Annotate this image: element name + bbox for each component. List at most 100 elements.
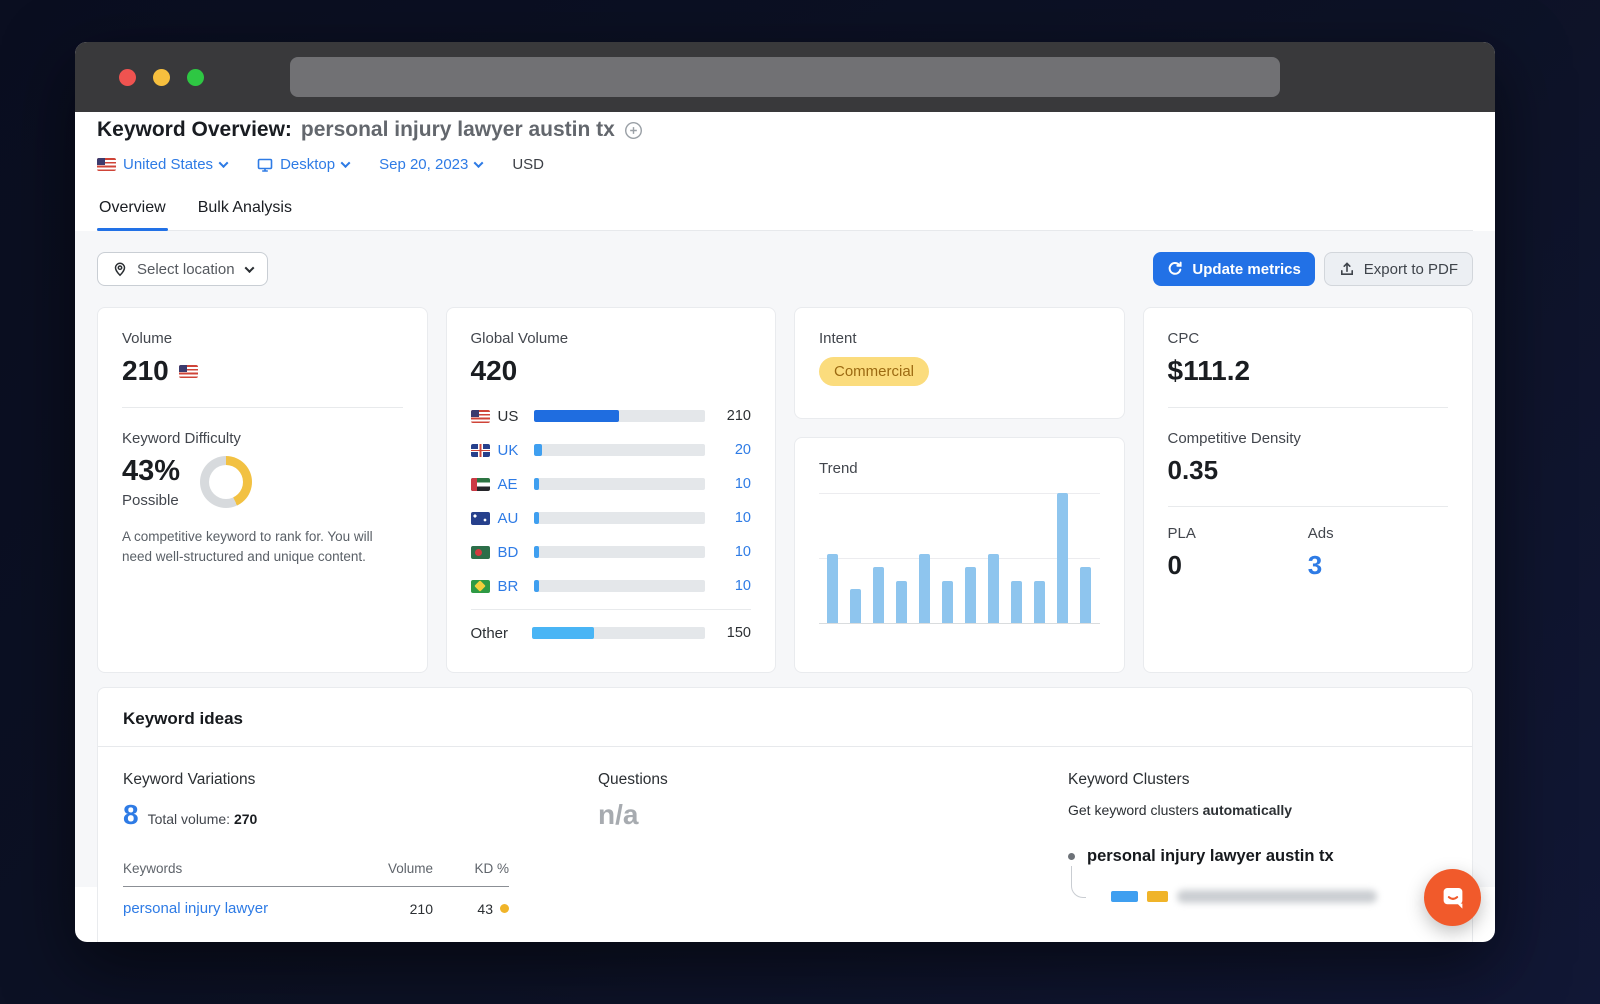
refresh-icon [1167, 261, 1183, 277]
cluster-bar-yellow [1147, 891, 1168, 902]
intent-badge: Commercial [819, 357, 929, 386]
cluster-node-label: personal injury lawyer austin tx [1087, 847, 1334, 866]
page-header: Keyword Overview: personal injury lawyer… [75, 112, 1495, 231]
volume-bar [532, 627, 706, 639]
tab-bulk-analysis[interactable]: Bulk Analysis [196, 193, 294, 230]
trend-bar [896, 581, 907, 623]
table-row: personal injury lawyer 210 43 [123, 900, 509, 917]
desktop-device-icon [257, 157, 273, 173]
keyword-variations-count[interactable]: 8 [123, 799, 139, 831]
select-location-label: Select location [137, 261, 235, 278]
column-header-volume: Volume [371, 861, 433, 876]
cpc-card: CPC $111.2 Competitive Density 0.35 PLA … [1143, 307, 1474, 673]
trend-bar [1034, 581, 1045, 623]
trend-bar [1057, 493, 1068, 623]
pla-value: 0 [1168, 550, 1308, 581]
chevron-down-icon [341, 158, 351, 168]
date-filter-label: Sep 20, 2023 [379, 156, 468, 173]
page-title-keyword: personal injury lawyer austin tx [301, 118, 615, 142]
trend-bar [942, 581, 953, 623]
trend-bar [850, 589, 861, 623]
cluster-bar-blue [1111, 891, 1138, 902]
volume-bar [534, 546, 706, 558]
keyword-variations-section: Keyword Variations 8 Total volume: 270 K… [123, 771, 553, 917]
export-to-pdf-label: Export to PDF [1364, 261, 1458, 278]
country-volume-row: AU 10 [471, 501, 752, 535]
chevron-down-icon [474, 158, 484, 168]
ads-value: 3 [1308, 550, 1448, 581]
select-location-dropdown[interactable]: Select location [97, 252, 268, 286]
competitive-density-value: 0.35 [1168, 455, 1449, 486]
trend-card: Trend [794, 437, 1125, 673]
volume-bar [534, 478, 706, 490]
export-to-pdf-button[interactable]: Export to PDF [1324, 252, 1473, 286]
keyword-variations-table: Keywords Volume KD % personal injury law… [123, 861, 509, 917]
trend-bar [919, 554, 930, 623]
country-filter[interactable]: United States [97, 156, 227, 173]
country-volume-row: UK 20 [471, 433, 752, 467]
add-keyword-icon[interactable] [624, 121, 643, 140]
divider [122, 407, 403, 408]
address-bar[interactable] [290, 57, 1280, 97]
currency-label: USD [512, 156, 544, 173]
kd-level-dot [500, 904, 509, 913]
volume-value: 210 [122, 355, 169, 387]
export-icon [1339, 261, 1355, 277]
divider [1168, 407, 1449, 408]
questions-label: Questions [598, 771, 668, 789]
divider [471, 609, 752, 610]
competitive-density-label: Competitive Density [1168, 430, 1449, 447]
keyword-volume: 210 [371, 901, 433, 917]
column-header-kd: KD % [433, 861, 509, 876]
page-title: Keyword Overview: [97, 118, 292, 142]
chat-widget-button[interactable] [1424, 869, 1481, 926]
au-flag-icon [471, 512, 490, 525]
table-header-row: Keywords Volume KD % [123, 861, 509, 887]
keyword-difficulty-value: 43% [122, 455, 180, 488]
device-filter[interactable]: Desktop [257, 156, 349, 173]
keyword-difficulty-level: Possible [122, 492, 180, 509]
us-flag-icon [97, 158, 116, 171]
global-volume-value: 420 [471, 355, 752, 387]
intent-label: Intent [819, 330, 1100, 347]
volume-bar [534, 444, 706, 456]
keyword-ideas-card: Keyword ideas Keyword Variations 8 Total… [97, 687, 1473, 942]
uk-flag-icon [471, 444, 490, 457]
bd-flag-icon [471, 546, 490, 559]
maximize-window-button[interactable] [187, 69, 204, 86]
us-flag-icon [471, 410, 490, 423]
country-filter-label: United States [123, 156, 213, 173]
date-filter[interactable]: Sep 20, 2023 [379, 156, 482, 173]
keyword-difficulty-donut-chart [200, 456, 252, 508]
country-volume-row: AE 10 [471, 467, 752, 501]
tab-overview[interactable]: Overview [97, 193, 168, 230]
country-volume-row: BD 10 [471, 535, 752, 569]
location-pin-icon [112, 261, 128, 277]
gridline [819, 623, 1100, 624]
intent-trend-column: Intent Commercial Trend [794, 307, 1125, 673]
global-volume-label: Global Volume [471, 330, 752, 347]
pla-label: PLA [1168, 525, 1308, 542]
toolbar: Select location Update metrics E [97, 252, 1473, 286]
intent-card: Intent Commercial [794, 307, 1125, 419]
keyword-kd: 43 [477, 901, 493, 917]
minimize-window-button[interactable] [153, 69, 170, 86]
us-flag-icon [179, 365, 198, 378]
volume-bar [534, 512, 706, 524]
trend-label: Trend [819, 460, 1100, 477]
browser-window: Keyword Overview: personal injury lawyer… [75, 42, 1495, 942]
desktop-background: Keyword Overview: personal injury lawyer… [0, 0, 1600, 1004]
blurred-cluster-text [1177, 890, 1377, 903]
close-window-button[interactable] [119, 69, 136, 86]
total-volume-text: Total volume: 270 [148, 811, 258, 827]
ads-label: Ads [1308, 525, 1448, 542]
metric-cards-row: Volume 210 Keyword Difficulty 43% Possib… [97, 307, 1473, 665]
keyword-link[interactable]: personal injury lawyer [123, 900, 371, 917]
global-volume-card: Global Volume 420 US 210 UK [446, 307, 777, 673]
update-metrics-button[interactable]: Update metrics [1153, 252, 1314, 286]
volume-bar [534, 580, 706, 592]
other-volume-row: Other 150 [471, 616, 752, 650]
cpc-label: CPC [1168, 330, 1449, 347]
chevron-down-icon [244, 263, 254, 273]
ae-flag-icon [471, 478, 490, 491]
